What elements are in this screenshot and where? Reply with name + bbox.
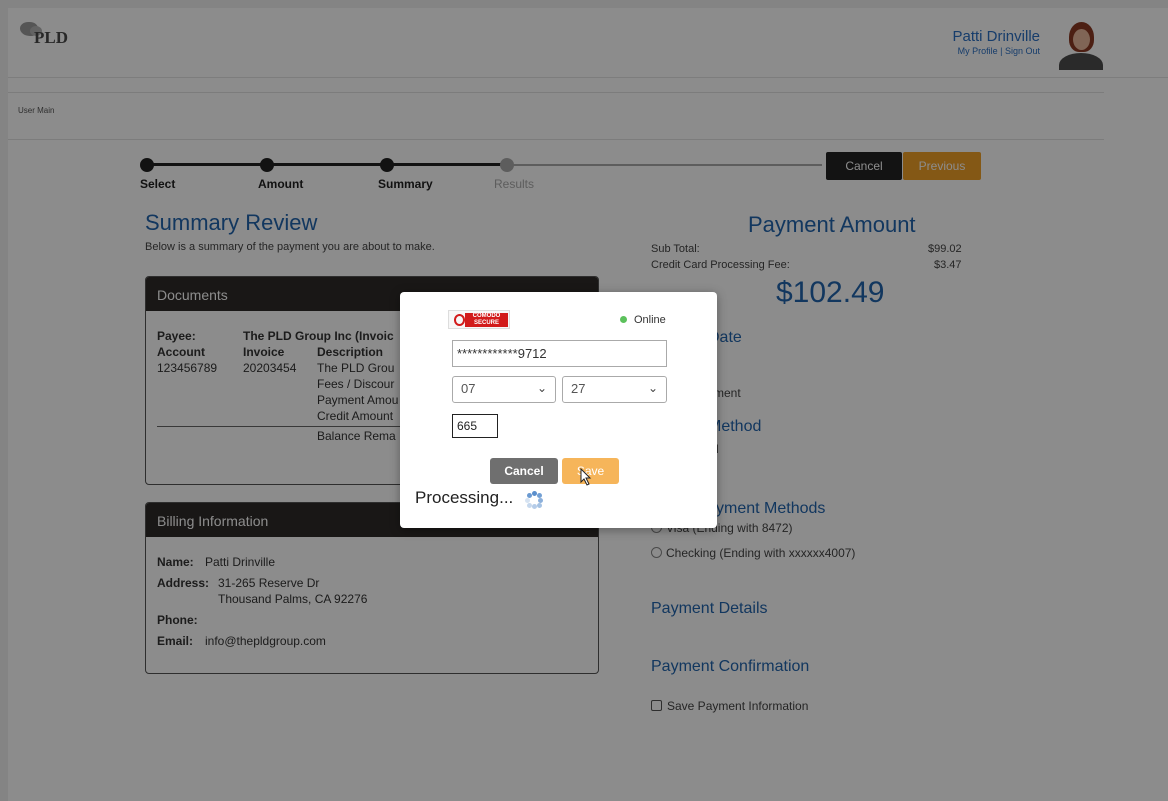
status-dot-icon xyxy=(620,316,627,323)
modal-cancel-button[interactable]: Cancel xyxy=(490,458,558,484)
cvv-input[interactable] xyxy=(452,414,498,438)
chevron-down-icon: ⌄ xyxy=(647,381,658,395)
exp-month-value: 07 xyxy=(461,381,476,396)
loading-spinner-icon xyxy=(525,491,543,509)
comodo-secure-badge: COMODO SECURE xyxy=(448,310,510,329)
chevron-down-icon: ⌄ xyxy=(536,381,547,395)
payment-modal: COMODOSECURE Online 07 ⌄ 27 ⌄ Cancel Sav… xyxy=(400,292,717,528)
comodo-badge-text: COMODO SECURE xyxy=(465,313,508,327)
online-status-label: Online xyxy=(634,314,666,326)
card-number-input[interactable] xyxy=(452,340,667,367)
processing-text: Processing... xyxy=(415,488,514,507)
exp-month-select[interactable]: 07 ⌄ xyxy=(452,376,556,403)
exp-year-value: 27 xyxy=(571,381,586,396)
exp-year-select[interactable]: 27 ⌄ xyxy=(562,376,667,403)
mouse-pointer-icon xyxy=(580,468,592,486)
lock-icon xyxy=(454,314,465,326)
online-status: Online xyxy=(620,314,666,326)
